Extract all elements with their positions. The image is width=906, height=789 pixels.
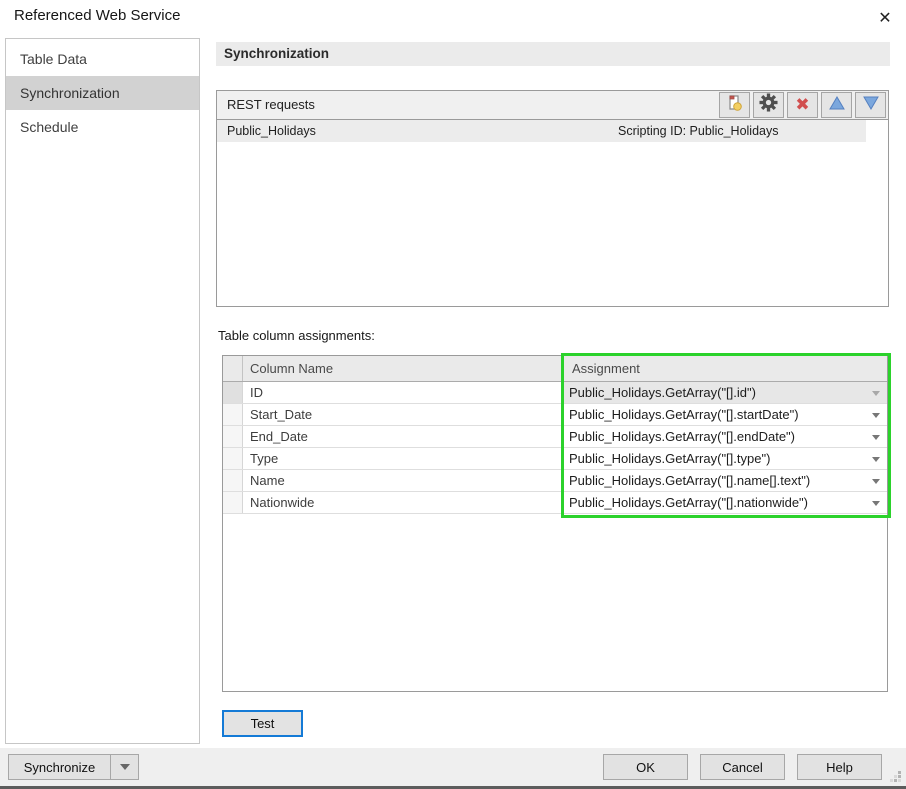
assignment-cell[interactable]: Public_Holidays.GetArray("[].name[].text… [564, 470, 887, 491]
assignment-cell[interactable]: Public_Holidays.GetArray("[].startDate") [564, 404, 887, 425]
assignment-header: Assignment [572, 356, 640, 381]
row-selector[interactable] [223, 448, 243, 469]
assignment-cell[interactable]: Public_Holidays.GetArray("[].id") [564, 382, 887, 403]
chevron-down-icon [120, 764, 130, 770]
rest-requests-header: REST requests [217, 91, 888, 120]
new-request-button[interactable] [719, 92, 750, 118]
grid-row-nationwide: Nationwide Public_Holidays.GetArray("[].… [223, 492, 887, 514]
sidebar-item-table-data[interactable]: Table Data [6, 42, 199, 76]
column-name-cell: Nationwide [250, 492, 314, 513]
grid-header: Column Name Assignment [223, 356, 887, 382]
chevron-down-icon[interactable] [872, 501, 880, 506]
synchronize-split-button: Synchronize [8, 754, 139, 780]
row-selector[interactable] [223, 404, 243, 425]
synchronize-dropdown-button[interactable] [111, 755, 138, 779]
chevron-down-icon[interactable] [872, 457, 880, 462]
close-icon[interactable]: ✕ [874, 6, 896, 28]
grid-row-start-date: Start_Date Public_Holidays.GetArray("[].… [223, 404, 887, 426]
sidebar: Table Data Synchronization Schedule [5, 38, 200, 744]
sidebar-item-schedule[interactable]: Schedule [6, 110, 199, 144]
grid-row-type: Type Public_Holidays.GetArray("[].type") [223, 448, 887, 470]
move-up-button[interactable] [821, 92, 852, 118]
grid-row-end-date: End_Date Public_Holidays.GetArray("[].en… [223, 426, 887, 448]
assignments-label: Table column assignments: [218, 328, 375, 343]
dialog-title: Referenced Web Service [14, 7, 180, 24]
help-button[interactable]: Help [797, 754, 882, 780]
chevron-down-icon[interactable] [872, 391, 880, 396]
test-button[interactable]: Test [222, 710, 303, 737]
chevron-down-icon[interactable] [872, 479, 880, 484]
sidebar-item-synchronization[interactable]: Synchronization [6, 76, 199, 110]
row-selector[interactable] [223, 426, 243, 447]
referenced-web-service-dialog: { "window": { "title": "Referenced Web S… [0, 0, 906, 789]
row-selector[interactable] [223, 382, 243, 403]
assignments-grid: Column Name Assignment ID Public_Holiday… [222, 355, 888, 692]
column-name-cell: Type [250, 448, 278, 469]
ok-button[interactable]: OK [603, 754, 688, 780]
move-down-button[interactable] [855, 92, 886, 118]
column-name-header: Column Name [250, 356, 333, 381]
assignment-cell[interactable]: Public_Holidays.GetArray("[].type") [564, 448, 887, 469]
synchronize-button[interactable]: Synchronize [9, 755, 110, 779]
row-selector[interactable] [223, 492, 243, 513]
resize-grip-icon[interactable] [889, 770, 902, 783]
rest-request-name: Public_Holidays [227, 120, 316, 142]
triangle-up-icon [828, 95, 846, 116]
grid-corner-gutter [223, 356, 243, 381]
column-name-cell: ID [250, 382, 263, 403]
row-selector[interactable] [223, 470, 243, 491]
column-name-cell: End_Date [250, 426, 308, 447]
assignment-cell[interactable]: Public_Holidays.GetArray("[].nationwide"… [564, 492, 887, 513]
new-document-icon [726, 94, 744, 117]
rest-request-row[interactable]: Public_Holidays Scripting ID: Public_Hol… [217, 120, 866, 142]
chevron-down-icon[interactable] [872, 435, 880, 440]
rest-requests-toolbar: ✖ [716, 92, 886, 118]
rest-requests-panel: REST requests [216, 90, 889, 307]
delete-request-button[interactable]: ✖ [787, 92, 818, 118]
chevron-down-icon[interactable] [872, 413, 880, 418]
triangle-down-icon [862, 95, 880, 116]
rest-request-scripting-id: Scripting ID: Public_Holidays [618, 120, 779, 142]
grid-body: ID Public_Holidays.GetArray("[].id") Sta… [223, 382, 887, 514]
assignment-cell[interactable]: Public_Holidays.GetArray("[].endDate") [564, 426, 887, 447]
cancel-button[interactable]: Cancel [700, 754, 785, 780]
grid-row-name: Name Public_Holidays.GetArray("[].name[]… [223, 470, 887, 492]
footer-bar: Synchronize OK Cancel Help [0, 748, 906, 789]
delete-x-icon: ✖ [795, 97, 809, 114]
settings-button[interactable] [753, 92, 784, 118]
column-name-cell: Name [250, 470, 285, 491]
gear-icon [759, 93, 778, 117]
column-name-cell: Start_Date [250, 404, 312, 425]
section-title: Synchronization [216, 42, 890, 66]
grid-row-id: ID Public_Holidays.GetArray("[].id") [223, 382, 887, 404]
